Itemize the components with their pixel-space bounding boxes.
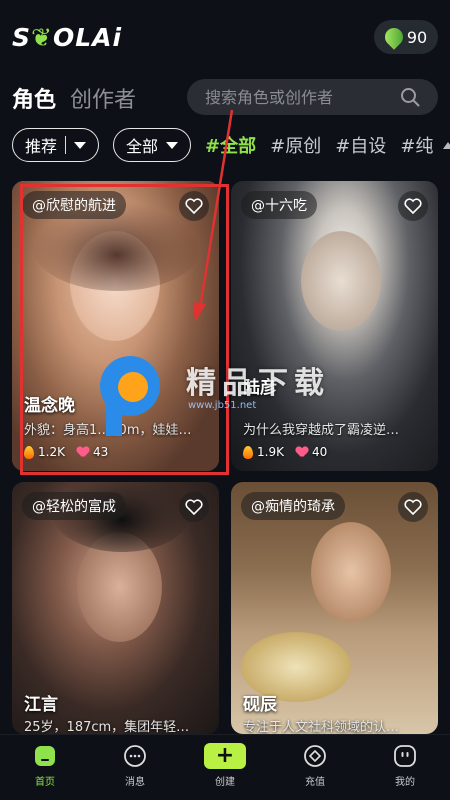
tab-characters[interactable]: 角色	[12, 82, 56, 114]
author-badge[interactable]: @欣慰的航进	[22, 191, 126, 219]
nav-messages-label: 消息	[125, 777, 145, 788]
tag-original[interactable]: #原创	[270, 132, 321, 158]
tag-custom[interactable]: #自设	[335, 132, 386, 158]
card-stats: 1.9K 40	[243, 445, 327, 459]
like-count: 40	[311, 445, 328, 459]
heart-outline-icon	[185, 198, 203, 214]
search-icon[interactable]	[400, 87, 420, 107]
sort-label: 推荐	[25, 137, 58, 156]
nav-profile[interactable]: 我的	[370, 743, 440, 788]
favorite-button[interactable]	[398, 191, 428, 221]
character-card[interactable]: @轻松的富成 江言 25岁，187cm，集团年轻…	[12, 482, 219, 734]
gem-icon	[381, 24, 407, 50]
plus-icon: +	[204, 743, 246, 769]
app-logo: S ❦ O LAi	[12, 22, 122, 52]
tag-pure[interactable]: #纯	[400, 132, 433, 158]
profile-icon	[392, 743, 418, 769]
fire-icon	[24, 445, 34, 459]
character-desc: 为什么我穿越成了霸凌逆…	[243, 423, 400, 438]
nav-home-label: 首页	[35, 777, 55, 788]
nav-messages[interactable]: 消息	[100, 743, 170, 788]
logo-text: LAi	[75, 22, 123, 52]
character-name: 江言	[24, 695, 58, 715]
heart-outline-icon	[404, 499, 422, 515]
nav-home[interactable]: 首页	[10, 743, 80, 788]
logo-o: O	[52, 22, 76, 52]
author-badge[interactable]: @轻松的富成	[22, 492, 126, 520]
heart-icon	[77, 447, 89, 458]
filter-bar: 推荐 全部 #全部 #原创 #自设 #纯	[12, 128, 450, 162]
nav-create-label: 创建	[215, 777, 235, 788]
card-stats: 1.2K 43	[24, 445, 108, 459]
diamond-icon	[302, 743, 328, 769]
author-badge[interactable]: @十六吃	[241, 191, 317, 219]
search-bar[interactable]	[187, 79, 438, 115]
coin-balance-button[interactable]: 90	[374, 20, 438, 54]
search-input[interactable]	[205, 87, 395, 107]
favorite-button[interactable]	[179, 191, 209, 221]
nav-recharge-label: 充值	[305, 777, 325, 788]
chevron-down-icon	[166, 141, 179, 149]
nav-recharge[interactable]: 充值	[280, 743, 350, 788]
sort-dropdown[interactable]: 推荐	[12, 128, 100, 162]
app-header: S ❦ O LAi 90	[0, 0, 450, 72]
character-card[interactable]: @十六吃 陆彦 为什么我穿越成了霸凌逆… 1.9K 40	[231, 181, 438, 471]
main-tabs: 角色 创作者	[12, 82, 136, 114]
expand-tags-icon[interactable]	[443, 141, 450, 149]
character-card[interactable]: @痴情的琦承 砚辰 专注于人文社科领域的认…	[231, 482, 438, 734]
character-desc: 外貌：身高1…80m，娃娃…	[24, 423, 192, 438]
heart-outline-icon	[404, 198, 422, 214]
tab-creators[interactable]: 创作者	[70, 82, 136, 114]
character-desc: 专注于人文社科领域的认…	[243, 720, 400, 734]
logo-prefix: S	[12, 22, 32, 52]
favorite-button[interactable]	[179, 492, 209, 522]
character-name: 陆彦	[243, 378, 277, 398]
hot-count: 1.2K	[38, 445, 65, 459]
heart-icon	[296, 447, 308, 458]
logo-leaf-icon: ❦	[31, 22, 53, 52]
character-card[interactable]: @欣慰的航进 温念晚 外貌：身高1…80m，娃娃… 1.2K 43	[12, 181, 219, 471]
character-desc: 25岁，187cm，集团年轻…	[24, 720, 190, 734]
nav-create[interactable]: + 创建	[190, 743, 260, 788]
scope-label: 全部	[126, 137, 159, 156]
favorite-button[interactable]	[398, 492, 428, 522]
hot-count: 1.9K	[257, 445, 284, 459]
heart-outline-icon	[185, 499, 203, 515]
chat-icon	[122, 743, 148, 769]
chevron-down-icon	[74, 141, 87, 149]
author-badge[interactable]: @痴情的琦承	[241, 492, 345, 520]
fire-icon	[243, 445, 253, 459]
home-icon	[32, 743, 58, 769]
divider	[65, 136, 67, 154]
character-name: 温念晚	[24, 396, 75, 416]
bottom-nav: 首页 消息 + 创建 充值 我的	[0, 734, 450, 800]
nav-profile-label: 我的	[395, 777, 415, 788]
tag-all[interactable]: #全部	[205, 132, 256, 158]
coin-count: 90	[406, 27, 428, 47]
like-count: 43	[92, 445, 109, 459]
scope-dropdown[interactable]: 全部	[113, 128, 192, 162]
character-name: 砚辰	[243, 695, 277, 715]
